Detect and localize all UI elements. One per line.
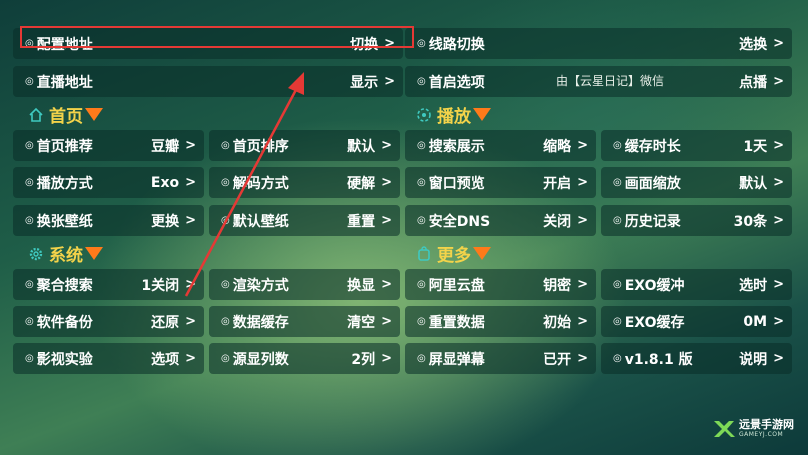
annotation-arrow [184, 72, 304, 297]
watermark-title: 远景手游网 [739, 418, 794, 431]
logo-mark-icon [714, 421, 735, 437]
watermark-url: GAMEYJ.COM [739, 431, 784, 438]
watermark-logo: 远景手游网 GAMEYJ.COM [712, 418, 794, 440]
